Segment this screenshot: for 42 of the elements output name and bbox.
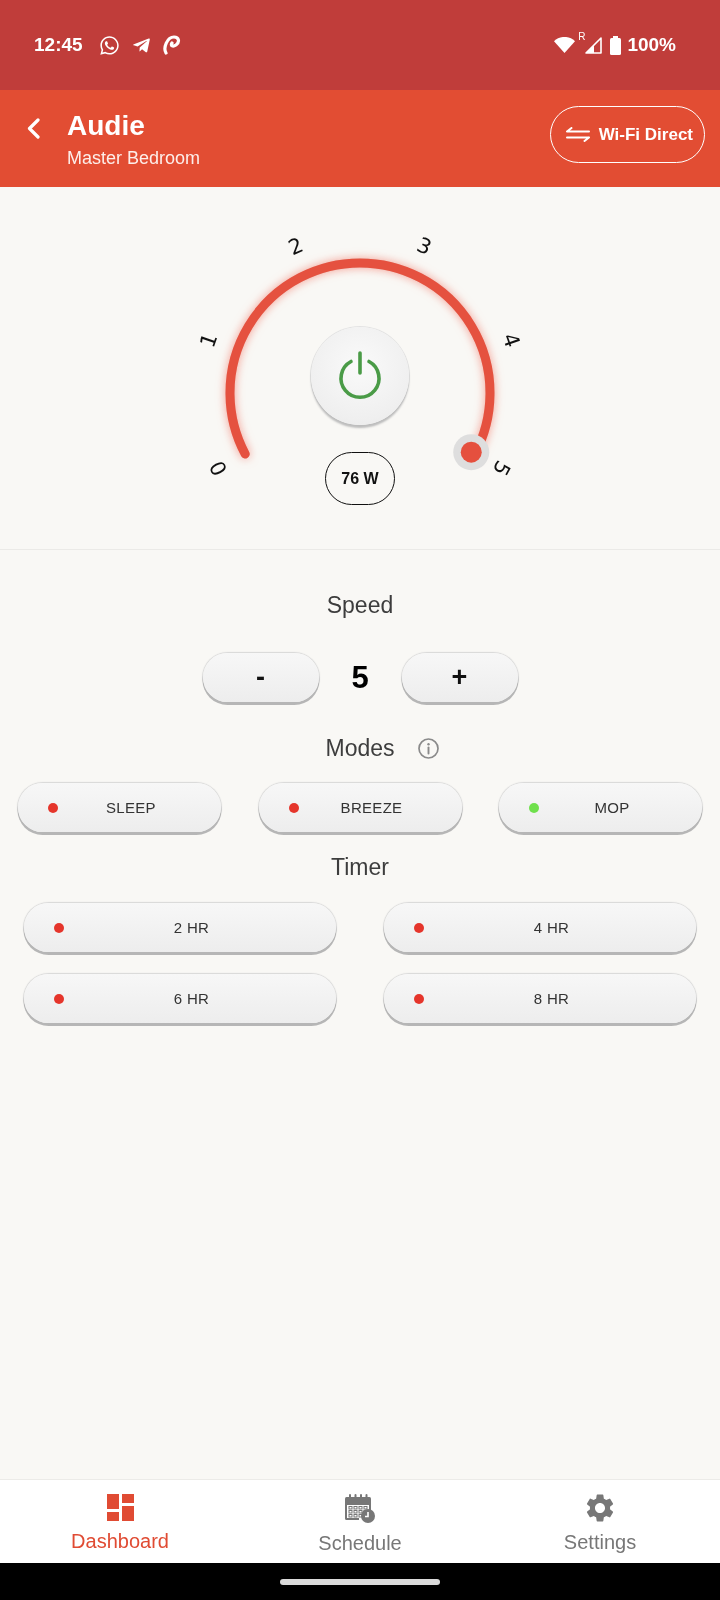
modes-title: Modes	[325, 734, 395, 762]
dial-thumb[interactable]	[453, 434, 490, 471]
speed-value: 5	[350, 659, 370, 696]
dial-tick-label: 0	[205, 456, 233, 480]
timer-button[interactable]: 4 HR	[384, 903, 696, 952]
status-time: 12:45	[34, 34, 83, 56]
decrease-button[interactable]: -	[202, 653, 319, 702]
calendar-clock-icon	[345, 1494, 375, 1523]
back-chevron-icon	[27, 118, 40, 139]
speed-title: Speed	[326, 591, 394, 619]
wifi-icon	[554, 37, 576, 53]
dial-tick-label: 5	[487, 456, 515, 480]
swap-arrows-icon	[564, 127, 591, 142]
timer-button[interactable]: 2 HR	[24, 903, 336, 952]
battery-icon	[610, 35, 622, 55]
roaming-label: R	[578, 32, 586, 42]
back-button[interactable]	[27, 118, 40, 139]
settings-icon	[586, 1494, 614, 1522]
signal-icon	[585, 36, 603, 54]
nav-tab[interactable]: Dashboard	[0, 1480, 240, 1563]
timer-button[interactable]: 6 HR	[24, 974, 336, 1023]
dashboard-icon	[106, 1494, 134, 1521]
mode-button[interactable]: SLEEP	[18, 783, 221, 832]
timer-button[interactable]: 8 HR	[384, 974, 696, 1023]
home-indicator[interactable]	[280, 1578, 440, 1585]
info-button[interactable]	[417, 737, 439, 759]
battery-percent: 100%	[627, 34, 676, 56]
nav-tab[interactable]: Schedule	[240, 1480, 480, 1563]
swirl-icon	[162, 35, 181, 55]
device-title: Audie	[67, 109, 145, 143]
mode-button[interactable]: BREEZE	[258, 783, 462, 832]
mode-button[interactable]: MOP	[499, 783, 702, 832]
dial-tick-label: 2	[285, 232, 307, 261]
nav-tab[interactable]: Settings	[480, 1480, 720, 1563]
dial-tick-label: 4	[497, 330, 525, 351]
info-icon	[417, 737, 439, 759]
increase-button[interactable]: +	[401, 653, 518, 702]
dial-tick-label: 3	[413, 232, 435, 261]
room-subtitle: Master Bedroom	[67, 147, 201, 169]
timer-title: Timer	[331, 853, 389, 881]
dial-tick-label: 1	[195, 330, 223, 351]
phone-bubble-icon	[98, 34, 120, 56]
